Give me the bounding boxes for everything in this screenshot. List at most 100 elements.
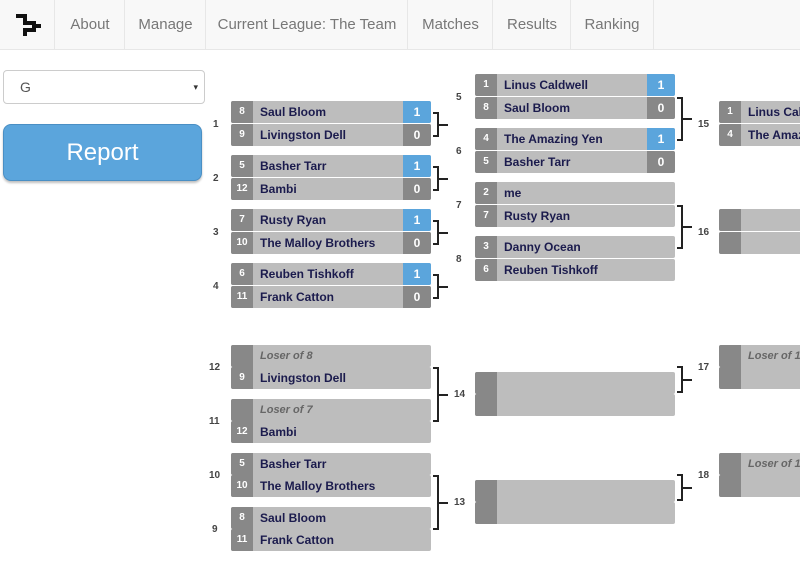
bracket-team-slot[interactable]: 11 Frank Catton 0 xyxy=(231,286,431,308)
bracket-team-slot[interactable]: 7 Rusty Ryan xyxy=(475,205,675,227)
team-name: Loser of 16 xyxy=(748,350,800,362)
bracket-team-slot[interactable]: 8 Saul Bloom xyxy=(231,507,431,529)
bracket-team-slot[interactable] xyxy=(719,475,800,497)
team-score: 1 xyxy=(403,155,431,177)
team-name: Linus Caldwell xyxy=(748,105,800,119)
team-seed: 5 xyxy=(231,155,253,177)
team-score: 1 xyxy=(403,101,431,123)
bracket-team-slot[interactable] xyxy=(475,480,675,502)
team-score: 1 xyxy=(403,263,431,285)
bracket-team-slot[interactable] xyxy=(475,502,675,524)
bracket-team-slot[interactable]: 12 Bambi xyxy=(231,421,431,443)
bracket-team-slot[interactable]: 10 The Malloy Brothers 0 xyxy=(231,232,431,254)
bracket: 8 Saul Bloom 1 9 Livingston Dell 0 5 Basher Tar… xyxy=(0,0,800,578)
team-name: The Amazing Yen xyxy=(748,128,800,142)
team-seed xyxy=(231,345,253,367)
bracket-connector-stub xyxy=(439,178,448,180)
bracket-team-slot[interactable]: 3 Danny Ocean xyxy=(475,236,675,258)
bracket-connector-stub xyxy=(439,124,448,126)
team-seed: 4 xyxy=(475,128,497,150)
team-name: The Malloy Brothers xyxy=(260,236,376,250)
team-seed: 12 xyxy=(231,178,253,200)
team-name: Reuben Tishkoff xyxy=(504,263,598,277)
match-number-label: 7 xyxy=(456,200,462,211)
team-seed: 5 xyxy=(231,453,253,475)
bracket-team-slot[interactable] xyxy=(719,209,800,231)
team-seed: 10 xyxy=(231,232,253,254)
team-name: me xyxy=(504,186,522,200)
team-name: Basher Tarr xyxy=(260,159,327,173)
bracket-team-slot[interactable]: 8 Saul Bloom 0 xyxy=(475,97,675,119)
bracket-connector-stub xyxy=(683,379,692,381)
bracket-team-slot[interactable]: Loser of 16 xyxy=(719,345,800,367)
team-seed xyxy=(231,399,253,421)
bracket-team-slot[interactable]: 5 Basher Tarr xyxy=(231,453,431,475)
bracket-team-slot[interactable]: 6 Reuben Tishkoff xyxy=(475,259,675,281)
bracket-team-slot[interactable] xyxy=(719,232,800,254)
bracket-team-slot[interactable]: Loser of 15 xyxy=(719,453,800,475)
team-score: 1 xyxy=(647,128,675,150)
team-name: The Malloy Brothers xyxy=(260,479,376,493)
bracket-team-slot[interactable]: 6 Reuben Tishkoff 1 xyxy=(231,263,431,285)
team-score: 0 xyxy=(403,286,431,308)
team-name: Rusty Ryan xyxy=(260,213,327,227)
team-score: 0 xyxy=(403,232,431,254)
bracket-team-slot[interactable]: 9 Livingston Dell 0 xyxy=(231,124,431,146)
bracket-team-slot[interactable]: 2 me xyxy=(475,182,675,204)
bracket-team-slot[interactable]: 8 Saul Bloom 1 xyxy=(231,101,431,123)
team-seed: 12 xyxy=(231,421,253,443)
bracket-team-slot[interactable]: 4 The Amazing Yen 1 xyxy=(475,128,675,150)
team-name: Saul Bloom xyxy=(260,105,327,119)
bracket-team-slot[interactable]: 5 Basher Tarr 0 xyxy=(475,151,675,173)
team-seed: 8 xyxy=(475,97,497,119)
team-score: 0 xyxy=(403,178,431,200)
team-seed xyxy=(719,232,741,254)
bracket-team-slot[interactable]: Loser of 8 xyxy=(231,345,431,367)
bracket-team-slot[interactable]: 1 Linus Caldwell xyxy=(719,101,800,123)
match-number-label: 18 xyxy=(698,470,710,481)
bracket-team-slot[interactable] xyxy=(475,372,675,394)
team-score: 0 xyxy=(647,97,675,119)
match-number-label: 9 xyxy=(212,524,218,535)
match-number-label: 6 xyxy=(456,146,462,157)
team-name: Frank Catton xyxy=(260,290,335,304)
bracket-team-slot[interactable]: 12 Bambi 0 xyxy=(231,178,431,200)
match-number-label: 14 xyxy=(454,389,466,400)
team-seed: 5 xyxy=(475,151,497,173)
bracket-team-slot[interactable]: Loser of 7 xyxy=(231,399,431,421)
team-seed xyxy=(475,372,497,394)
team-seed: 6 xyxy=(475,259,497,281)
team-seed: 4 xyxy=(719,124,741,146)
bracket-team-slot[interactable] xyxy=(719,367,800,389)
team-name: Saul Bloom xyxy=(260,511,327,525)
team-seed xyxy=(719,453,741,475)
match-number-label: 12 xyxy=(209,362,221,373)
bracket-team-slot[interactable]: 7 Rusty Ryan 1 xyxy=(231,209,431,231)
team-seed: 10 xyxy=(231,475,253,497)
team-name: Basher Tarr xyxy=(504,155,571,169)
team-seed xyxy=(475,394,497,416)
bracket-team-slot[interactable]: 5 Basher Tarr 1 xyxy=(231,155,431,177)
match-number-label: 11 xyxy=(209,416,220,427)
bracket-team-slot[interactable]: 10 The Malloy Brothers xyxy=(231,475,431,497)
bracket-team-slot[interactable]: 11 Frank Catton xyxy=(231,529,431,551)
bracket-connector-stub xyxy=(683,487,692,489)
team-seed: 8 xyxy=(231,507,253,529)
team-name: Basher Tarr xyxy=(260,457,327,471)
bracket-team-slot[interactable] xyxy=(475,394,675,416)
team-name: Loser of 7 xyxy=(260,404,313,416)
match-number-label: 8 xyxy=(456,254,462,265)
team-seed xyxy=(475,502,497,524)
bracket-team-slot[interactable]: 4 The Amazing Yen xyxy=(719,124,800,146)
bracket-team-slot[interactable]: 1 Linus Caldwell 1 xyxy=(475,74,675,96)
team-name: Bambi xyxy=(260,182,297,196)
team-name: Linus Caldwell xyxy=(504,78,589,92)
team-seed xyxy=(719,367,741,389)
match-number-label: 17 xyxy=(698,362,710,373)
bracket-team-slot[interactable]: 9 Livingston Dell xyxy=(231,367,431,389)
match-number-label: 5 xyxy=(456,92,462,103)
team-seed: 2 xyxy=(475,182,497,204)
team-score: 0 xyxy=(403,124,431,146)
match-number-label: 15 xyxy=(698,119,710,130)
team-score: 1 xyxy=(403,209,431,231)
